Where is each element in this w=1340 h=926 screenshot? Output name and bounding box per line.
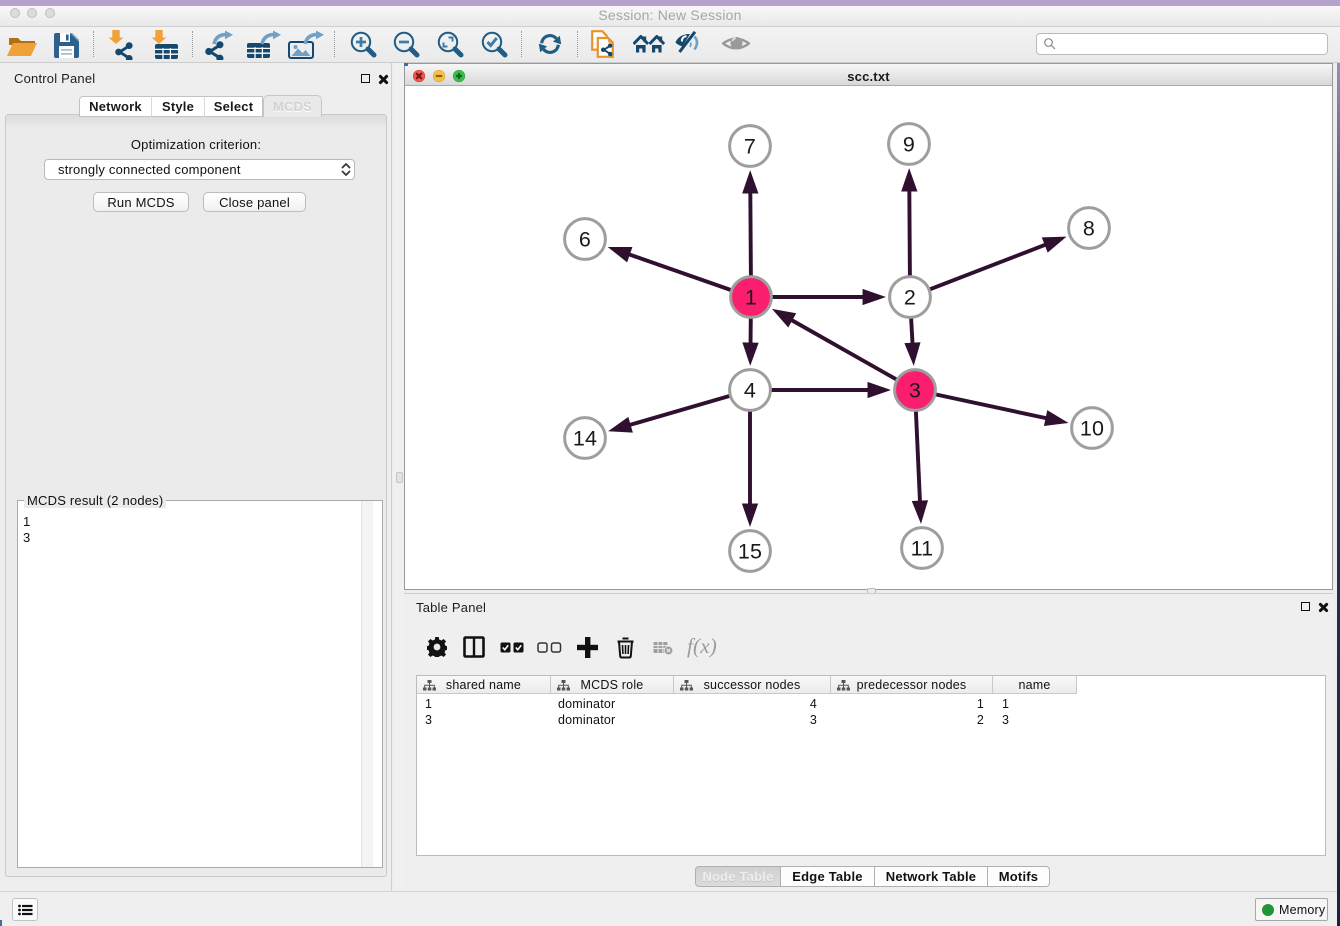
svg-text:6: 6 bbox=[579, 228, 591, 252]
svg-text:15: 15 bbox=[738, 540, 762, 564]
svg-text:11: 11 bbox=[911, 537, 934, 561]
svg-text:1: 1 bbox=[745, 286, 757, 310]
svg-text:2: 2 bbox=[904, 286, 916, 310]
svg-text:4: 4 bbox=[744, 379, 756, 403]
svg-text:3: 3 bbox=[909, 379, 921, 403]
svg-text:7: 7 bbox=[744, 135, 756, 159]
svg-text:10: 10 bbox=[1080, 417, 1104, 441]
svg-text:9: 9 bbox=[903, 133, 915, 157]
svg-text:14: 14 bbox=[573, 427, 597, 451]
svg-text:8: 8 bbox=[1083, 217, 1095, 241]
